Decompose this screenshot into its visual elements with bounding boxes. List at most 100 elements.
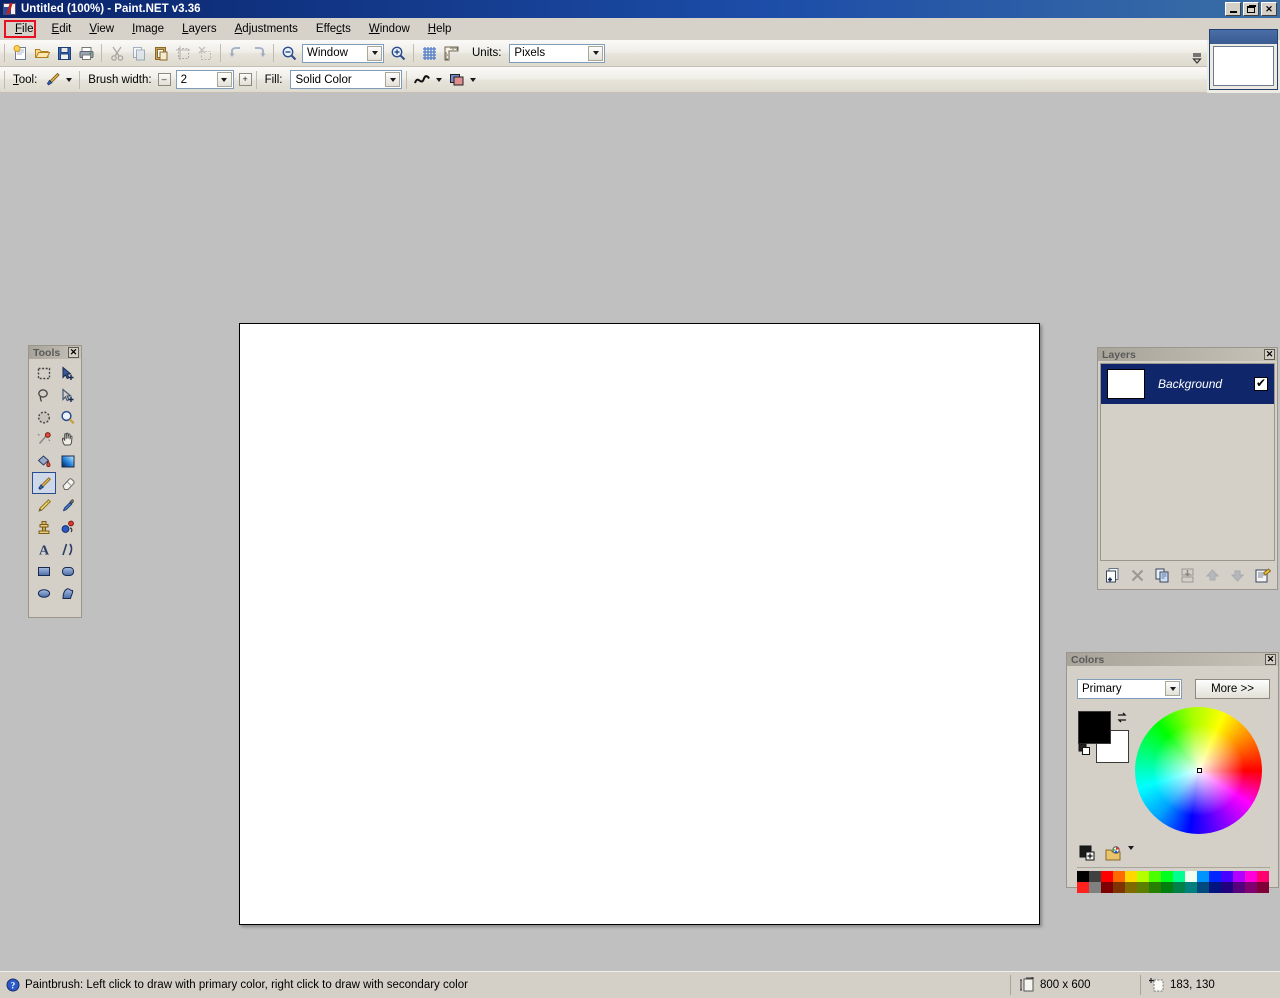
duplicate-layer-icon[interactable] (1151, 564, 1173, 586)
palette-swatch[interactable] (1173, 871, 1185, 882)
palette-swatch[interactable] (1209, 882, 1221, 893)
move-selection-tool[interactable] (56, 384, 80, 406)
brush-width-decrease-button[interactable]: – (157, 73, 171, 86)
palette-swatch[interactable] (1125, 871, 1137, 882)
menu-window[interactable]: Window (360, 20, 419, 38)
layers-window-title-bar[interactable]: Layers ✕ (1098, 348, 1277, 361)
lasso-select-tool[interactable] (32, 384, 56, 406)
color-picker-tool[interactable] (56, 494, 80, 516)
colors-window-title-bar[interactable]: Colors ✕ (1067, 653, 1278, 666)
palette-swatch[interactable] (1113, 882, 1125, 893)
reset-colors-icon[interactable] (1078, 743, 1092, 757)
pan-tool[interactable] (56, 428, 80, 450)
palette-swatch[interactable] (1113, 871, 1125, 882)
gradient-tool[interactable] (56, 450, 80, 472)
menu-file[interactable]: File (6, 20, 43, 38)
crop-to-selection-icon[interactable] (172, 42, 194, 64)
zoom-out-icon[interactable] (278, 42, 300, 64)
palette-swatch[interactable] (1221, 882, 1233, 893)
pencil-tool[interactable] (32, 494, 56, 516)
new-icon[interactable] (9, 42, 31, 64)
units-combo[interactable]: Pixels (509, 43, 606, 63)
layer-visibility-checkbox[interactable] (1254, 376, 1268, 391)
menu-adjustments[interactable]: Adjustments (226, 20, 307, 38)
close-icon[interactable]: ✕ (1265, 654, 1276, 665)
more-button[interactable]: More >> (1195, 679, 1270, 699)
brush-width-arrow[interactable] (216, 72, 232, 87)
palette-swatch[interactable] (1185, 882, 1197, 893)
palette-swatch[interactable] (1257, 882, 1269, 893)
cut-icon[interactable] (106, 42, 128, 64)
text-tool[interactable]: A (32, 538, 56, 560)
palette-swatch[interactable] (1137, 871, 1149, 882)
palette-swatch[interactable] (1245, 882, 1257, 893)
save-icon[interactable] (53, 42, 75, 64)
palette-swatch[interactable] (1173, 882, 1185, 893)
palette-swatch[interactable] (1233, 871, 1245, 882)
image-thumbnail-window[interactable] (1209, 29, 1278, 90)
toolbar-overflow-chevron[interactable] (1190, 48, 1204, 70)
palette-swatch[interactable] (1233, 882, 1245, 893)
brush-width-increase-button[interactable]: + (238, 73, 252, 86)
palette-swatch[interactable] (1125, 882, 1137, 893)
rulers-icon[interactable] (440, 42, 462, 64)
fill-combo[interactable]: Solid Color (290, 70, 403, 89)
palette-swatch[interactable] (1077, 882, 1089, 893)
palette-swatch[interactable] (1257, 871, 1269, 882)
delete-layer-icon[interactable] (1126, 564, 1148, 586)
menu-help[interactable]: Help (419, 20, 461, 38)
palette-swatch[interactable] (1137, 882, 1149, 893)
palette-swatch[interactable] (1149, 871, 1161, 882)
eraser-tool[interactable] (56, 472, 80, 494)
close-icon[interactable]: ✕ (1264, 349, 1275, 360)
palette-swatch[interactable] (1101, 882, 1113, 893)
palette-swatch[interactable] (1161, 882, 1173, 893)
palette-swatch[interactable] (1161, 871, 1173, 882)
move-selected-tool[interactable] (56, 362, 80, 384)
palette-swatch[interactable] (1101, 871, 1113, 882)
layers-list[interactable]: Background (1100, 363, 1275, 561)
move-layer-down-icon[interactable] (1226, 564, 1248, 586)
color-mode-combo[interactable]: Primary (1077, 679, 1182, 699)
brush-width-field[interactable]: 2 (175, 70, 234, 89)
ellipse-shape-tool[interactable] (32, 582, 56, 604)
tool-dropdown-arrow[interactable] (63, 69, 75, 91)
palette-swatch[interactable] (1209, 871, 1221, 882)
menu-image[interactable]: Image (123, 20, 173, 38)
grid-icon[interactable] (418, 42, 440, 64)
palette-menu-arrow[interactable] (1128, 846, 1134, 862)
rounded-rectangle-tool[interactable] (56, 560, 80, 582)
menu-edit[interactable]: Edit (43, 20, 81, 38)
open-icon[interactable] (31, 42, 53, 64)
swap-colors-icon[interactable] (1116, 712, 1128, 724)
recolor-tool[interactable] (56, 516, 80, 538)
units-combo-arrow[interactable] (588, 45, 604, 61)
rectangle-shape-tool[interactable] (32, 560, 56, 582)
layer-row-background[interactable]: Background (1101, 364, 1274, 404)
fill-combo-arrow[interactable] (385, 72, 401, 87)
palette-menu-icon[interactable] (1105, 846, 1123, 865)
clone-stamp-tool[interactable] (32, 516, 56, 538)
freeform-shape-tool[interactable] (56, 582, 80, 604)
zoom-combo-arrow[interactable] (367, 45, 382, 61)
restore-button[interactable] (1243, 2, 1259, 16)
palette-swatch[interactable] (1197, 871, 1209, 882)
menu-layers[interactable]: Layers (173, 20, 226, 38)
palette-swatch[interactable] (1197, 882, 1209, 893)
zoom-in-icon[interactable] (387, 42, 409, 64)
blend-mode-dropdown-arrow[interactable] (467, 69, 479, 91)
undo-icon[interactable] (225, 42, 247, 64)
magic-wand-tool[interactable] (32, 428, 56, 450)
paint-bucket-tool[interactable] (32, 450, 56, 472)
zoom-tool[interactable] (56, 406, 80, 428)
palette-swatch[interactable] (1185, 871, 1197, 882)
redo-icon[interactable] (247, 42, 269, 64)
merge-layer-down-icon[interactable] (1176, 564, 1198, 586)
line-curve-tool[interactable] (56, 538, 80, 560)
deselect-icon[interactable] (194, 42, 216, 64)
curve-style-dropdown-arrow[interactable] (433, 69, 445, 91)
ellipse-select-tool[interactable] (32, 406, 56, 428)
palette-swatch[interactable] (1149, 882, 1161, 893)
primary-color-swatch[interactable] (1078, 711, 1111, 744)
add-layer-icon[interactable] (1101, 564, 1123, 586)
